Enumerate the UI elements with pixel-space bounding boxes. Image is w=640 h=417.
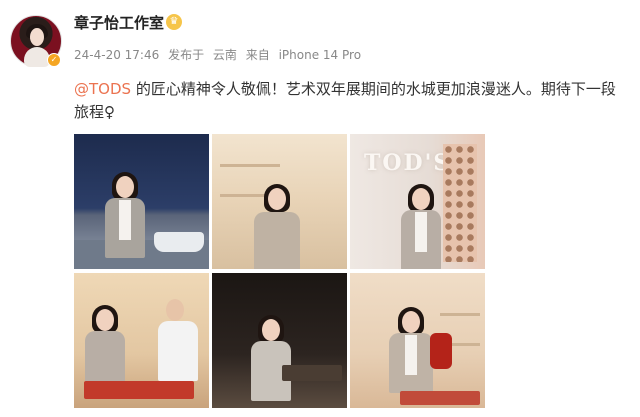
photo-4[interactable] (74, 273, 209, 408)
post-location: 云南 (212, 48, 237, 62)
avatar-body (24, 47, 50, 67)
photo-2[interactable] (212, 134, 347, 269)
post-time: 24-4-20 17:46 (74, 48, 160, 62)
avatar-face (30, 28, 44, 46)
vip-crown-icon[interactable]: ♛ (166, 14, 182, 30)
red-bag (430, 333, 452, 369)
tods-sign: TOD'S (364, 150, 452, 176)
photo-5[interactable] (212, 273, 347, 408)
display-table (400, 391, 480, 405)
mention-link[interactable]: @TODS (74, 80, 131, 98)
leather-table (84, 381, 194, 399)
female-sign-emoji: ♀ (104, 103, 116, 121)
dotted-panel (443, 144, 477, 262)
post-text-line1: 的匠心精神令人敬佩！艺术双年展期间的水城更加浪漫迷人。期待下一段 (131, 80, 616, 98)
display-table (282, 365, 342, 381)
username[interactable]: 章子怡工作室 (74, 12, 164, 33)
photo-6[interactable] (350, 273, 485, 408)
verified-badge-icon: ✓ (47, 53, 61, 67)
photo-3[interactable]: TOD'S (350, 134, 485, 269)
post-meta: 24-4-20 17:46 发布于 云南 来自 iPhone 14 Pro (74, 46, 366, 63)
boat (154, 232, 204, 252)
post-text: @TODS 的匠心精神令人敬佩！艺术双年展期间的水城更加浪漫迷人。期待下一段 旅… (74, 78, 630, 124)
photo-1[interactable] (74, 134, 209, 269)
post-device: iPhone 14 Pro (278, 48, 362, 62)
post-text-line2: 旅程 (74, 103, 105, 121)
location-prefix: 发布于 (168, 48, 205, 62)
device-prefix: 来自 (245, 48, 270, 62)
